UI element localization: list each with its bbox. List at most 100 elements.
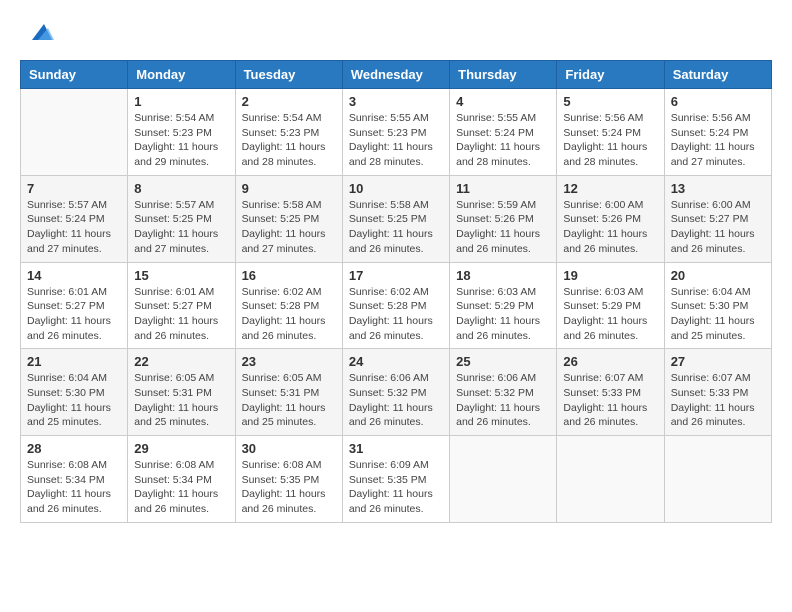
day-info: Sunrise: 6:07 AMSunset: 5:33 PMDaylight:… [563, 371, 657, 430]
day-info: Sunrise: 6:05 AMSunset: 5:31 PMDaylight:… [242, 371, 336, 430]
day-info: Sunrise: 6:02 AMSunset: 5:28 PMDaylight:… [349, 285, 443, 344]
day-number: 22 [134, 354, 228, 369]
day-number: 11 [456, 181, 550, 196]
day-info: Sunrise: 5:54 AMSunset: 5:23 PMDaylight:… [242, 111, 336, 170]
logo [20, 20, 54, 50]
day-info: Sunrise: 5:57 AMSunset: 5:25 PMDaylight:… [134, 198, 228, 257]
calendar-cell: 22Sunrise: 6:05 AMSunset: 5:31 PMDayligh… [128, 349, 235, 436]
calendar-cell: 20 Sunrise: 6:04 AMSunset: 5:30 PMDayligh… [664, 262, 771, 349]
weekday-header-friday: Friday [557, 61, 664, 89]
day-number: 21 [27, 354, 121, 369]
day-number: 25 [456, 354, 550, 369]
day-info: Sunrise: 6:06 AMSunset: 5:32 PMDaylight:… [456, 371, 550, 430]
calendar-cell: 17 Sunrise: 6:02 AMSunset: 5:28 PMDayligh… [342, 262, 449, 349]
day-number: 12 [563, 181, 657, 196]
calendar-week-row: 21 Sunrise: 6:04 AMSunset: 5:30 PMDayligh… [21, 349, 772, 436]
calendar-cell: 15Sunrise: 6:01 AMSunset: 5:27 PMDayligh… [128, 262, 235, 349]
day-info: Sunrise: 6:08 AMSunset: 5:34 PMDaylight:… [134, 458, 228, 517]
calendar-cell: 3Sunrise: 5:55 AMSunset: 5:23 PMDaylight… [342, 89, 449, 176]
day-info: Sunrise: 5:57 AMSunset: 5:24 PMDaylight:… [27, 198, 121, 257]
calendar-cell: 23 Sunrise: 6:05 AMSunset: 5:31 PMDayligh… [235, 349, 342, 436]
calendar-header: SundayMondayTuesdayWednesdayThursdayFrid… [21, 61, 772, 89]
calendar-cell: 5 Sunrise: 5:56 AMSunset: 5:24 PMDaylight… [557, 89, 664, 176]
day-number: 10 [349, 181, 443, 196]
calendar-cell: 14 Sunrise: 6:01 AMSunset: 5:27 PMDayligh… [21, 262, 128, 349]
calendar-cell: 29Sunrise: 6:08 AMSunset: 5:34 PMDayligh… [128, 436, 235, 523]
calendar-cell: 9 Sunrise: 5:58 AMSunset: 5:25 PMDaylight… [235, 175, 342, 262]
day-info: Sunrise: 6:08 AMSunset: 5:34 PMDaylight:… [27, 458, 121, 517]
logo-icon [24, 20, 54, 50]
calendar-week-row: 28 Sunrise: 6:08 AMSunset: 5:34 PMDayligh… [21, 436, 772, 523]
calendar-body: 1 Sunrise: 5:54 AMSunset: 5:23 PMDaylight… [21, 89, 772, 523]
day-info: Sunrise: 5:54 AMSunset: 5:23 PMDaylight:… [134, 111, 228, 170]
calendar-cell: 13Sunrise: 6:00 AMSunset: 5:27 PMDayligh… [664, 175, 771, 262]
day-number: 1 [134, 94, 228, 109]
day-info: Sunrise: 6:09 AMSunset: 5:35 PMDaylight:… [349, 458, 443, 517]
calendar-week-row: 7 Sunrise: 5:57 AMSunset: 5:24 PMDaylight… [21, 175, 772, 262]
calendar-cell: 8Sunrise: 5:57 AMSunset: 5:25 PMDaylight… [128, 175, 235, 262]
day-info: Sunrise: 6:04 AMSunset: 5:30 PMDaylight:… [671, 285, 765, 344]
day-info: Sunrise: 5:59 AMSunset: 5:26 PMDaylight:… [456, 198, 550, 257]
day-number: 28 [27, 441, 121, 456]
day-info: Sunrise: 5:56 AMSunset: 5:24 PMDaylight:… [563, 111, 657, 170]
day-number: 7 [27, 181, 121, 196]
day-info: Sunrise: 6:06 AMSunset: 5:32 PMDaylight:… [349, 371, 443, 430]
day-info: Sunrise: 6:01 AMSunset: 5:27 PMDaylight:… [134, 285, 228, 344]
day-info: Sunrise: 5:58 AMSunset: 5:25 PMDaylight:… [242, 198, 336, 257]
day-info: Sunrise: 6:08 AMSunset: 5:35 PMDaylight:… [242, 458, 336, 517]
calendar-week-row: 14 Sunrise: 6:01 AMSunset: 5:27 PMDayligh… [21, 262, 772, 349]
day-number: 30 [242, 441, 336, 456]
day-info: Sunrise: 6:01 AMSunset: 5:27 PMDaylight:… [27, 285, 121, 344]
weekday-header-sunday: Sunday [21, 61, 128, 89]
day-number: 2 [242, 94, 336, 109]
day-number: 6 [671, 94, 765, 109]
day-number: 14 [27, 268, 121, 283]
day-number: 20 [671, 268, 765, 283]
weekday-header-row: SundayMondayTuesdayWednesdayThursdayFrid… [21, 61, 772, 89]
calendar-cell: 31 Sunrise: 6:09 AMSunset: 5:35 PMDayligh… [342, 436, 449, 523]
calendar-cell: 10 Sunrise: 5:58 AMSunset: 5:25 PMDayligh… [342, 175, 449, 262]
weekday-header-wednesday: Wednesday [342, 61, 449, 89]
day-info: Sunrise: 6:00 AMSunset: 5:27 PMDaylight:… [671, 198, 765, 257]
day-number: 26 [563, 354, 657, 369]
day-info: Sunrise: 6:07 AMSunset: 5:33 PMDaylight:… [671, 371, 765, 430]
calendar-cell [664, 436, 771, 523]
calendar-cell: 30 Sunrise: 6:08 AMSunset: 5:35 PMDayligh… [235, 436, 342, 523]
day-number: 16 [242, 268, 336, 283]
weekday-header-monday: Monday [128, 61, 235, 89]
calendar-cell: 11 Sunrise: 5:59 AMSunset: 5:26 PMDayligh… [450, 175, 557, 262]
calendar-cell [557, 436, 664, 523]
day-number: 19 [563, 268, 657, 283]
day-number: 5 [563, 94, 657, 109]
day-info: Sunrise: 5:58 AMSunset: 5:25 PMDaylight:… [349, 198, 443, 257]
calendar-table: SundayMondayTuesdayWednesdayThursdayFrid… [20, 60, 772, 523]
calendar-cell [21, 89, 128, 176]
day-number: 23 [242, 354, 336, 369]
calendar-cell: 18Sunrise: 6:03 AMSunset: 5:29 PMDayligh… [450, 262, 557, 349]
day-number: 31 [349, 441, 443, 456]
day-info: Sunrise: 6:02 AMSunset: 5:28 PMDaylight:… [242, 285, 336, 344]
weekday-header-thursday: Thursday [450, 61, 557, 89]
day-number: 24 [349, 354, 443, 369]
calendar-cell: 26 Sunrise: 6:07 AMSunset: 5:33 PMDayligh… [557, 349, 664, 436]
calendar-cell: 16 Sunrise: 6:02 AMSunset: 5:28 PMDayligh… [235, 262, 342, 349]
day-info: Sunrise: 6:00 AMSunset: 5:26 PMDaylight:… [563, 198, 657, 257]
calendar-week-row: 1 Sunrise: 5:54 AMSunset: 5:23 PMDaylight… [21, 89, 772, 176]
calendar-cell: 19 Sunrise: 6:03 AMSunset: 5:29 PMDayligh… [557, 262, 664, 349]
calendar-cell: 25 Sunrise: 6:06 AMSunset: 5:32 PMDayligh… [450, 349, 557, 436]
day-number: 3 [349, 94, 443, 109]
day-number: 4 [456, 94, 550, 109]
page-header [20, 20, 772, 50]
day-info: Sunrise: 6:03 AMSunset: 5:29 PMDaylight:… [563, 285, 657, 344]
day-info: Sunrise: 5:55 AMSunset: 5:24 PMDaylight:… [456, 111, 550, 170]
calendar-cell: 7 Sunrise: 5:57 AMSunset: 5:24 PMDaylight… [21, 175, 128, 262]
calendar-cell: 21 Sunrise: 6:04 AMSunset: 5:30 PMDayligh… [21, 349, 128, 436]
day-info: Sunrise: 6:04 AMSunset: 5:30 PMDaylight:… [27, 371, 121, 430]
calendar-cell: 1 Sunrise: 5:54 AMSunset: 5:23 PMDaylight… [128, 89, 235, 176]
weekday-header-saturday: Saturday [664, 61, 771, 89]
day-number: 17 [349, 268, 443, 283]
day-number: 27 [671, 354, 765, 369]
calendar-cell: 27 Sunrise: 6:07 AMSunset: 5:33 PMDayligh… [664, 349, 771, 436]
day-number: 9 [242, 181, 336, 196]
calendar-cell: 24 Sunrise: 6:06 AMSunset: 5:32 PMDayligh… [342, 349, 449, 436]
